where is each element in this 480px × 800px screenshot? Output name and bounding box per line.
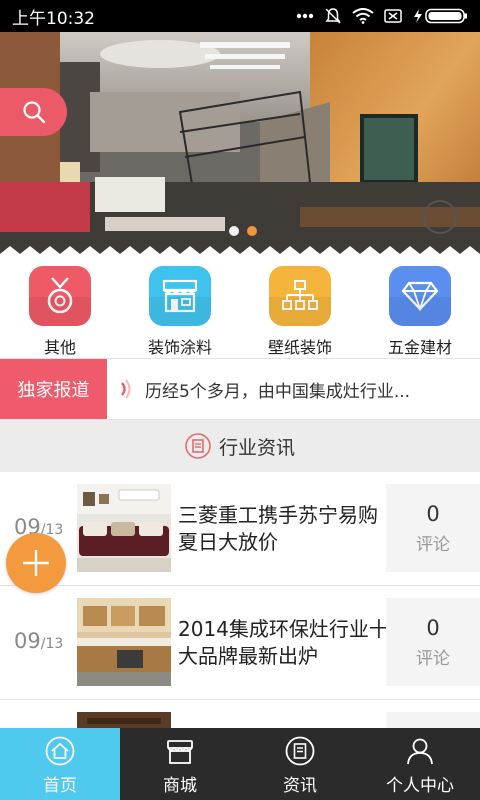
carousel-indicator bbox=[229, 226, 257, 236]
search-button[interactable] bbox=[0, 88, 67, 136]
wifi-icon bbox=[352, 8, 374, 24]
medal-icon bbox=[47, 277, 73, 314]
carousel-dot-active[interactable] bbox=[247, 226, 257, 236]
no-sim-icon bbox=[384, 9, 402, 23]
news-date-month: 09 bbox=[14, 629, 41, 653]
network-icon bbox=[282, 280, 318, 310]
tab-label: 商城 bbox=[163, 776, 197, 796]
category-icon-tile bbox=[149, 266, 211, 326]
news-date: 09/13 bbox=[14, 629, 63, 653]
category-icon-tile bbox=[389, 266, 451, 326]
tab-shop[interactable]: 商城 bbox=[120, 728, 240, 800]
category-wallpaper[interactable]: 壁纸装饰 bbox=[240, 254, 360, 358]
add-button[interactable] bbox=[6, 533, 66, 593]
shop-icon bbox=[167, 740, 193, 764]
category-icon-tile bbox=[269, 266, 331, 326]
news-icon bbox=[285, 736, 315, 766]
news-item[interactable]: 09/13 三菱重工携手苏宁易购夏日大放价 0 评论 bbox=[0, 472, 480, 586]
user-icon bbox=[407, 738, 433, 765]
banner-image bbox=[0, 32, 480, 254]
news-list: 09/13 三菱重工携手苏宁易购夏日大放价 0 评论 09/13 2014集成环… bbox=[0, 472, 480, 740]
tab-label: 资讯 bbox=[283, 776, 317, 796]
bottom-tab-bar: 首页 商城 资讯 个人中心 bbox=[0, 728, 480, 800]
section-title: 行业资讯 bbox=[218, 436, 295, 459]
diamond-icon bbox=[401, 281, 439, 311]
news-thumbnail bbox=[77, 484, 171, 572]
news-title[interactable]: 三菱重工携手苏宁易购夏日大放价 bbox=[178, 502, 390, 556]
tab-home[interactable]: 首页 bbox=[0, 728, 120, 800]
comment-number: 0 bbox=[426, 615, 440, 640]
comment-number: 0 bbox=[426, 501, 440, 526]
exclusive-tag: 独家报道 bbox=[0, 359, 107, 419]
category-other[interactable]: 其他 bbox=[0, 254, 120, 358]
category-row: 其他 装饰涂料 壁纸装饰 五金建材 bbox=[0, 254, 480, 358]
promo-banner[interactable] bbox=[0, 32, 480, 254]
exclusive-report-bar[interactable]: 独家报道 历经5个多月，由中国集成灶行业... bbox=[0, 358, 480, 420]
tab-news[interactable]: 资讯 bbox=[240, 728, 360, 800]
comment-label: 评论 bbox=[416, 534, 450, 555]
mute-bell-icon bbox=[325, 8, 341, 24]
news-date-day: /13 bbox=[40, 636, 64, 652]
category-hardware[interactable]: 五金建材 bbox=[360, 254, 480, 358]
app-screen: 上午10:32 其他 装饰涂料 壁纸装饰 五金建材 独家报道 历经5个多月，由中… bbox=[0, 0, 480, 800]
comment-label: 评论 bbox=[416, 648, 450, 669]
category-icon-tile bbox=[29, 266, 91, 326]
tab-label: 个人中心 bbox=[386, 776, 454, 796]
battery-charging-icon bbox=[414, 8, 467, 24]
search-icon bbox=[22, 101, 45, 124]
news-list-icon bbox=[185, 433, 211, 459]
news-item[interactable]: 09/13 2014集成环保灶行业十大品牌最新出炉 0 评论 bbox=[0, 586, 480, 700]
carousel-dot[interactable] bbox=[229, 226, 239, 236]
tab-label: 首页 bbox=[43, 776, 77, 796]
more-icon bbox=[296, 13, 314, 19]
category-decor-paint[interactable]: 装饰涂料 bbox=[120, 254, 240, 358]
status-icons bbox=[296, 7, 468, 25]
section-header: 行业资讯 bbox=[0, 420, 480, 472]
plus-icon bbox=[23, 550, 49, 576]
category-label: 其他 bbox=[43, 338, 76, 357]
news-title[interactable]: 2014集成环保灶行业十大品牌最新出炉 bbox=[178, 616, 390, 670]
status-bar: 上午10:32 bbox=[0, 0, 480, 32]
category-label: 五金建材 bbox=[387, 338, 452, 357]
storefront-icon bbox=[162, 279, 198, 313]
category-label: 装饰涂料 bbox=[147, 338, 212, 357]
news-thumbnail bbox=[77, 598, 171, 686]
ticker-icon-wrap bbox=[107, 379, 145, 399]
comment-count[interactable]: 0 评论 bbox=[386, 598, 480, 686]
sound-wave-icon bbox=[121, 379, 131, 399]
home-icon bbox=[45, 736, 75, 766]
status-time: 上午10:32 bbox=[12, 8, 95, 29]
exclusive-headline[interactable]: 历经5个多月，由中国集成灶行业... bbox=[145, 377, 410, 402]
tab-profile[interactable]: 个人中心 bbox=[360, 728, 480, 800]
category-label: 壁纸装饰 bbox=[267, 338, 332, 357]
comment-count[interactable]: 0 评论 bbox=[386, 484, 480, 572]
